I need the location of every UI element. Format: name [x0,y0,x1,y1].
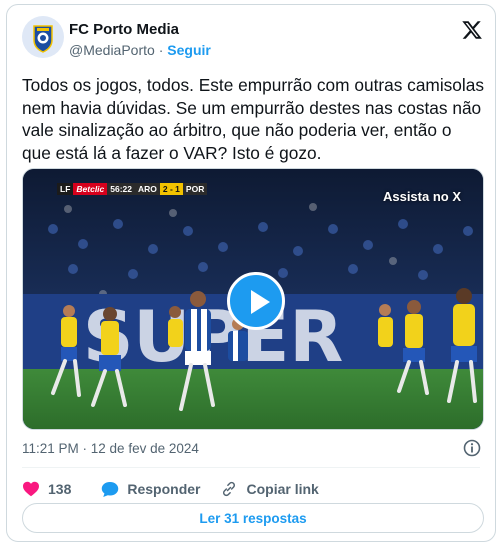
read-replies-label: Ler 31 respostas [199,510,307,526]
play-icon [251,290,270,314]
watch-on-x-label[interactable]: Assista no X [383,189,461,204]
x-logo-icon[interactable] [461,19,483,41]
scoreboard: LF Betclic 56:22 ARO 2 - 1 POR [57,183,208,195]
info-icon[interactable] [463,439,481,457]
fc-porto-crest-icon [22,16,64,58]
link-icon [223,481,236,497]
scoreboard-sponsor: Betclic [73,183,108,195]
author-handle[interactable]: @MediaPorto [69,42,155,58]
reply-label: Responder [127,481,201,497]
like-count: 138 [48,481,72,497]
author-handle-row: @MediaPorto · Seguir [69,42,211,58]
author-avatar[interactable] [22,16,64,58]
reply-button[interactable]: Responder [101,481,200,498]
divider [22,467,480,468]
heart-icon [23,481,39,497]
like-button[interactable]: 138 [22,481,71,497]
separator-dot: · [158,42,164,58]
scoreboard-clock: 56:22 [107,183,136,195]
tweet-card: FC Porto Media @MediaPorto · Seguir Todo… [6,4,496,542]
tweet-text: Todos os jogos, todos. Este empurrão com… [22,75,485,163]
follow-button[interactable]: Seguir [167,42,211,58]
video-player[interactable]: SUPER LF Betclic 56:22 ARO 2 - 1 POR Ass… [22,168,484,430]
banner-text: SUPER [83,296,343,378]
play-button[interactable] [227,272,285,330]
scoreboard-score: 2 - 1 [159,183,183,195]
copy-link-label: Copiar link [246,481,319,497]
action-bar: 138 Responder Copiar link [22,478,319,500]
scoreboard-channel: LF [57,183,74,195]
tweet-timestamp[interactable]: 11:21 PM · 12 de fev de 2024 [22,441,199,456]
copy-link-button[interactable]: Copiar link [220,480,319,498]
author-name[interactable]: FC Porto Media [69,21,179,38]
scoreboard-home: ARO [135,183,160,195]
reply-bubble-icon [102,481,119,497]
read-replies-button[interactable]: Ler 31 respostas [22,503,484,533]
scoreboard-away: POR [182,183,208,195]
